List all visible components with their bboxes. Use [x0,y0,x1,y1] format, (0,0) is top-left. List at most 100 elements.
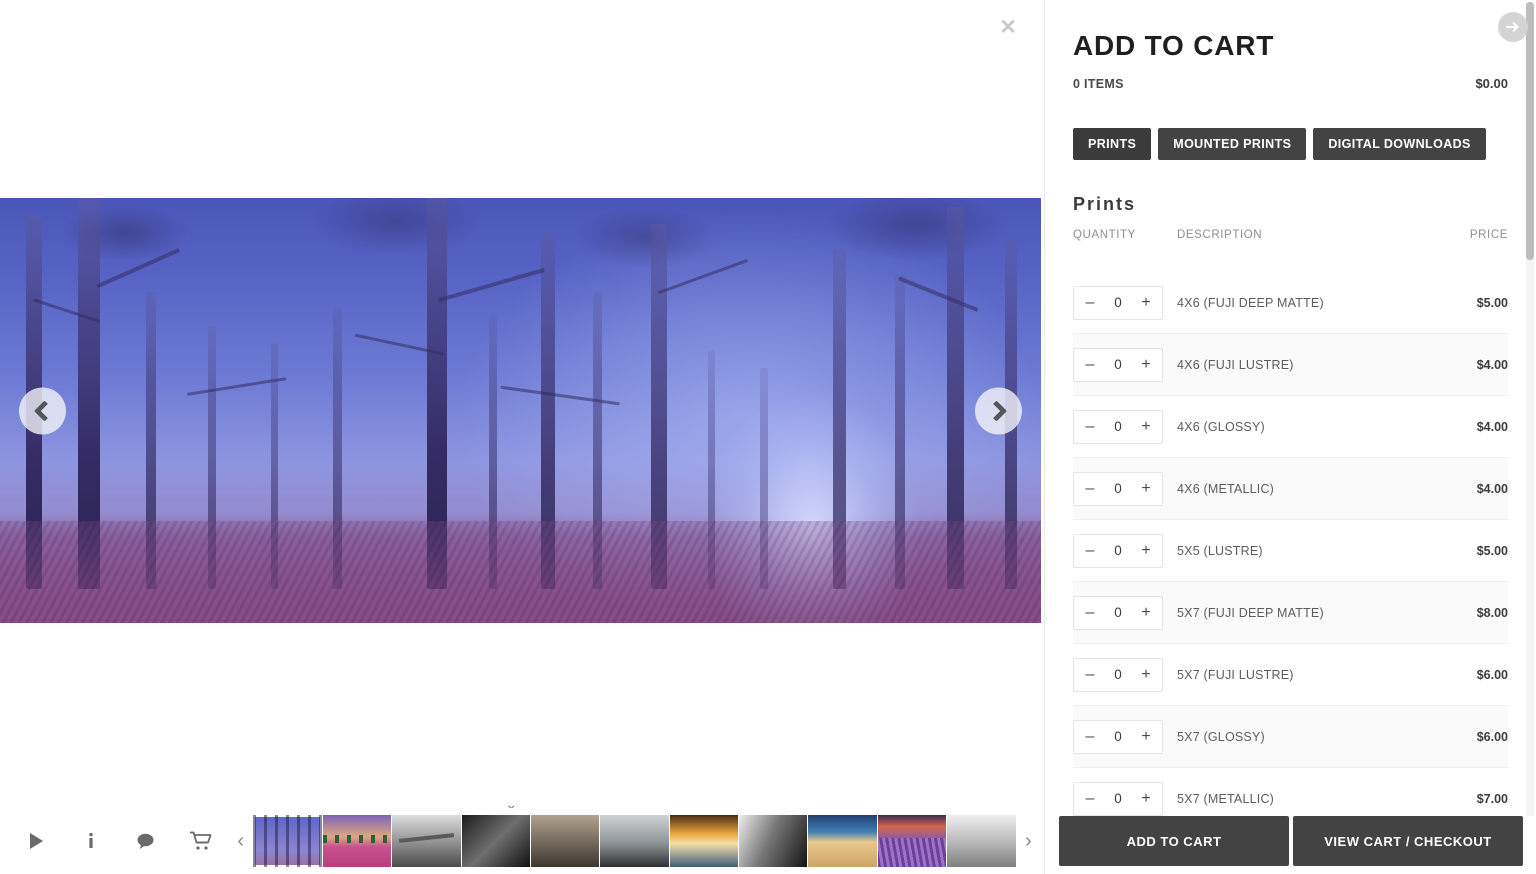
cart-icon[interactable] [173,813,228,869]
chevron-left-icon [33,399,56,422]
list-item[interactable] [322,815,392,867]
quantity-value[interactable]: 0 [1114,481,1122,496]
photo-gallery-lightbox: ✕ ⌄ ‹ › ADD TO CART 0 ITEMS $0.00 PRINTS… [0,0,1536,874]
quantity-stepper[interactable]: – 0 + [1073,657,1163,692]
tab-prints[interactable]: PRINTS [1073,128,1152,160]
quantity-stepper[interactable]: – 0 + [1073,533,1163,568]
prev-image-button[interactable] [19,387,66,434]
product-table-header: QUANTITY DESCRIPTION PRICE [1045,215,1536,251]
info-icon[interactable] [63,813,118,869]
list-item[interactable] [600,815,669,867]
product-description: 4X6 (GLOSSY) [1177,419,1265,434]
list-item[interactable] [253,815,322,867]
product-description: 4X6 (METALLIC) [1177,481,1275,496]
decrease-quantity-button[interactable]: – [1083,418,1097,435]
decrease-quantity-button[interactable]: – [1083,542,1097,559]
table-row: – 0 +4X6 (GLOSSY) $4.00 [1073,396,1508,458]
quantity-value[interactable]: 0 [1114,729,1122,744]
list-item[interactable] [739,815,808,867]
add-to-cart-button[interactable]: ADD TO CART [1059,816,1289,866]
column-header-quantity: QUANTITY [1073,229,1136,241]
decrease-quantity-button[interactable]: – [1083,604,1097,621]
play-icon[interactable] [8,813,63,869]
product-price: $5.00 [1476,295,1508,310]
decrease-quantity-button[interactable]: – [1083,666,1097,683]
thumbnails-next-button[interactable]: › [1016,813,1041,869]
quantity-stepper[interactable]: – 0 + [1073,285,1163,320]
view-cart-checkout-button[interactable]: VIEW CART / CHECKOUT [1293,816,1523,866]
list-item[interactable] [877,815,947,867]
product-description: 5X7 (FUJI LUSTRE) [1177,667,1294,682]
increase-quantity-button[interactable]: + [1139,604,1153,621]
increase-quantity-button[interactable]: + [1139,666,1153,683]
quantity-stepper[interactable]: – 0 + [1073,347,1163,382]
tab-mounted-prints[interactable]: MOUNTED PRINTS [1158,128,1307,160]
add-to-cart-panel: ADD TO CART 0 ITEMS $0.00 PRINTS MOUNTED… [1044,0,1536,874]
quantity-stepper[interactable]: – 0 + [1073,719,1163,754]
quantity-stepper[interactable]: – 0 + [1073,595,1163,630]
decrease-quantity-button[interactable]: – [1083,294,1097,311]
decrease-quantity-button[interactable]: – [1083,480,1097,497]
thumbnail-strip [253,815,1016,867]
table-row: – 0 +5X7 (METALLIC) $7.00 [1073,768,1508,816]
increase-quantity-button[interactable]: + [1139,418,1153,435]
product-description: 4X6 (FUJI LUSTRE) [1177,357,1294,372]
quantity-value[interactable]: 0 [1114,295,1122,310]
photo-forest-floor [0,521,1041,623]
increase-quantity-button[interactable]: + [1139,480,1153,497]
increase-quantity-button[interactable]: + [1139,728,1153,745]
decrease-quantity-button[interactable]: – [1083,356,1097,373]
list-item[interactable] [669,815,739,867]
increase-quantity-button[interactable]: + [1139,790,1153,807]
quantity-value[interactable]: 0 [1114,667,1122,682]
collapse-panel-button[interactable] [1498,12,1528,42]
quantity-value[interactable]: 0 [1114,791,1122,806]
decrease-quantity-button[interactable]: – [1083,790,1097,807]
quantity-value[interactable]: 0 [1114,357,1122,372]
product-list[interactable]: – 0 +4X6 (FUJI DEEP MATTE) $5.00 – 0 +4X6 (FUJ… [1045,272,1536,816]
list-item[interactable] [461,815,530,867]
product-price: $5.00 [1476,543,1508,558]
product-price: $4.00 [1476,419,1508,434]
product-price: $7.00 [1476,791,1508,806]
product-price: $8.00 [1476,605,1508,620]
column-header-description: DESCRIPTION [1177,229,1263,241]
quantity-stepper[interactable]: – 0 + [1073,409,1163,444]
product-description: 4X6 (FUJI DEEP MATTE) [1177,295,1324,310]
quantity-value[interactable]: 0 [1114,605,1122,620]
chevron-right-icon [985,399,1008,422]
product-description: 5X7 (METALLIC) [1177,791,1275,806]
scrollbar-thumb[interactable] [1526,2,1534,260]
panel-scrollbar[interactable] [1526,2,1534,872]
next-image-button[interactable] [975,387,1022,434]
list-item[interactable] [808,815,877,867]
page-title: ADD TO CART [1073,30,1275,61]
list-item[interactable] [530,815,600,867]
viewer-toolbar [0,813,228,869]
photo-image [0,198,1041,623]
increase-quantity-button[interactable]: + [1139,294,1153,311]
table-row: – 0 +4X6 (FUJI LUSTRE) $4.00 [1073,334,1508,396]
comment-icon[interactable] [118,813,173,869]
section-title: Prints [1073,194,1137,214]
list-item[interactable] [947,815,1016,867]
quantity-stepper[interactable]: – 0 + [1073,781,1163,816]
table-row: – 0 +5X7 (FUJI LUSTRE) $6.00 [1073,644,1508,706]
product-price: $6.00 [1476,667,1508,682]
table-row: – 0 +5X7 (FUJI DEEP MATTE) $8.00 [1073,582,1508,644]
thumbnails-prev-button[interactable]: ‹ [228,813,253,869]
quantity-value[interactable]: 0 [1114,543,1122,558]
quantity-stepper[interactable]: – 0 + [1073,471,1163,506]
decrease-quantity-button[interactable]: – [1083,728,1097,745]
table-row: – 0 +5X7 (GLOSSY) $6.00 [1073,706,1508,768]
close-icon[interactable]: ✕ [993,12,1023,42]
list-item[interactable] [392,815,461,867]
quantity-value[interactable]: 0 [1114,419,1122,434]
tab-digital-downloads[interactable]: DIGITAL DOWNLOADS [1313,128,1486,160]
increase-quantity-button[interactable]: + [1139,542,1153,559]
image-viewer: ✕ ⌄ ‹ › [0,0,1041,874]
product-price: $4.00 [1476,357,1508,372]
increase-quantity-button[interactable]: + [1139,356,1153,373]
main-photo[interactable] [0,198,1041,623]
product-price: $4.00 [1476,481,1508,496]
